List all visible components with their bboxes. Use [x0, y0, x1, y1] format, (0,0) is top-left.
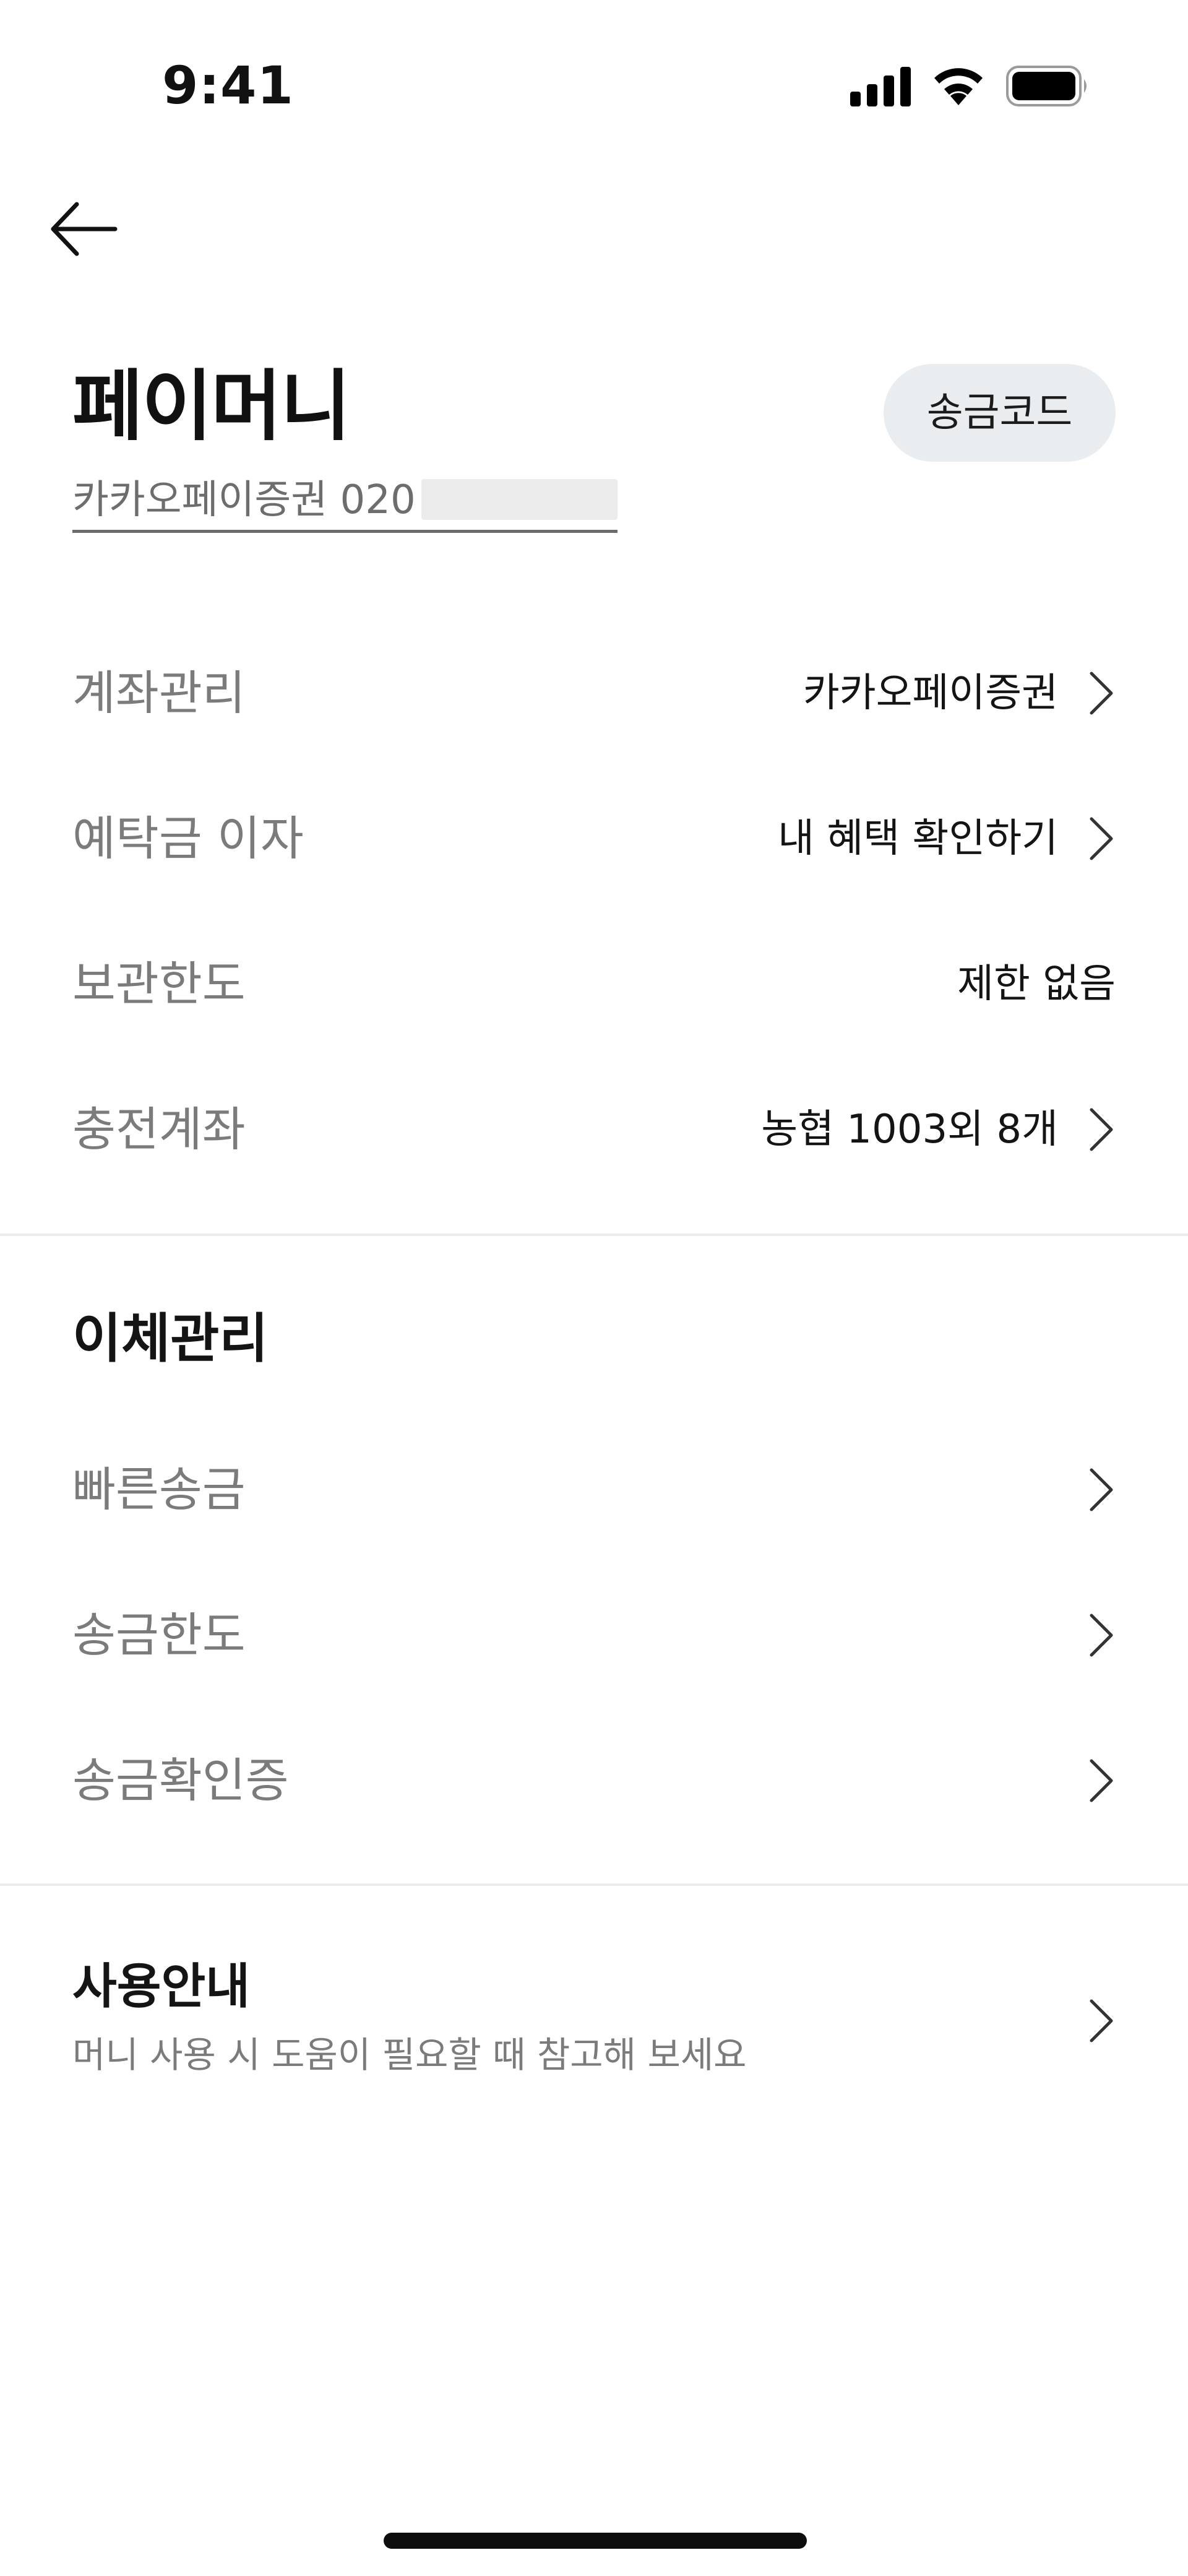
- battery-icon: [1006, 66, 1087, 106]
- account-number-link[interactable]: 카카오페이증권 020: [72, 472, 618, 533]
- row-value: 내 혜택 확인하기: [778, 816, 1058, 862]
- chevron-right-icon: [1090, 1108, 1113, 1151]
- guide-subtitle: 머니 사용 시 도움이 필요할 때 참고해 보세요: [72, 2034, 747, 2076]
- account-number-text: 카카오페이증권 020: [72, 477, 416, 523]
- row-value: 농협 1003외 8개: [761, 1107, 1058, 1152]
- row-label: 송금한도: [72, 1607, 246, 1662]
- row-label: 예탁금 이자: [72, 811, 304, 866]
- guide-title: 사용안내: [72, 1959, 251, 2015]
- row-label: 계좌관리: [72, 665, 246, 720]
- row-label: 송금확인증: [72, 1753, 289, 1808]
- remit-code-button[interactable]: 송금코드: [884, 364, 1116, 462]
- chevron-right-icon: [1090, 817, 1113, 860]
- status-bar: 9:41: [0, 0, 1188, 173]
- row-label: 충전계좌: [72, 1102, 246, 1157]
- section-title-transfer: 이체관리: [72, 1308, 269, 1370]
- row-account-management[interactable]: 계좌관리 카카오페이증권: [0, 631, 1188, 755]
- chevron-right-icon: [1090, 1999, 1113, 2042]
- row-transfer-limit[interactable]: 송금한도: [0, 1573, 1188, 1697]
- chevron-right-icon: [1090, 1759, 1113, 1802]
- page-title: 페이머니: [72, 362, 351, 451]
- row-value: 제한 없음: [957, 961, 1116, 1007]
- row-transfer-certificate[interactable]: 송금확인증: [0, 1719, 1188, 1843]
- row-quick-transfer[interactable]: 빠른송금: [0, 1428, 1188, 1552]
- chevron-right-icon: [1090, 672, 1113, 715]
- back-arrow-icon[interactable]: [47, 192, 121, 266]
- section-divider: [0, 1234, 1188, 1236]
- status-time: 9:41: [162, 55, 294, 116]
- row-label: 빠른송금: [72, 1462, 246, 1517]
- row-value: 카카오페이증권: [803, 670, 1058, 716]
- row-usage-guide[interactable]: 사용안내 머니 사용 시 도움이 필요할 때 참고해 보세요: [0, 1943, 1188, 2098]
- section-divider: [0, 1883, 1188, 1886]
- row-deposit-interest[interactable]: 예탁금 이자 내 혜택 확인하기: [0, 777, 1188, 901]
- chevron-right-icon: [1090, 1614, 1113, 1657]
- cellular-signal-icon: [850, 67, 911, 106]
- row-storage-limit: 보관한도 제한 없음: [0, 922, 1188, 1046]
- row-charge-account[interactable]: 충전계좌 농협 1003외 8개: [0, 1068, 1188, 1191]
- wifi-icon: [934, 68, 983, 105]
- row-label: 보관한도: [72, 956, 246, 1011]
- chevron-right-icon: [1090, 1468, 1113, 1511]
- account-number-mask: [421, 479, 618, 520]
- home-indicator: [384, 2533, 807, 2549]
